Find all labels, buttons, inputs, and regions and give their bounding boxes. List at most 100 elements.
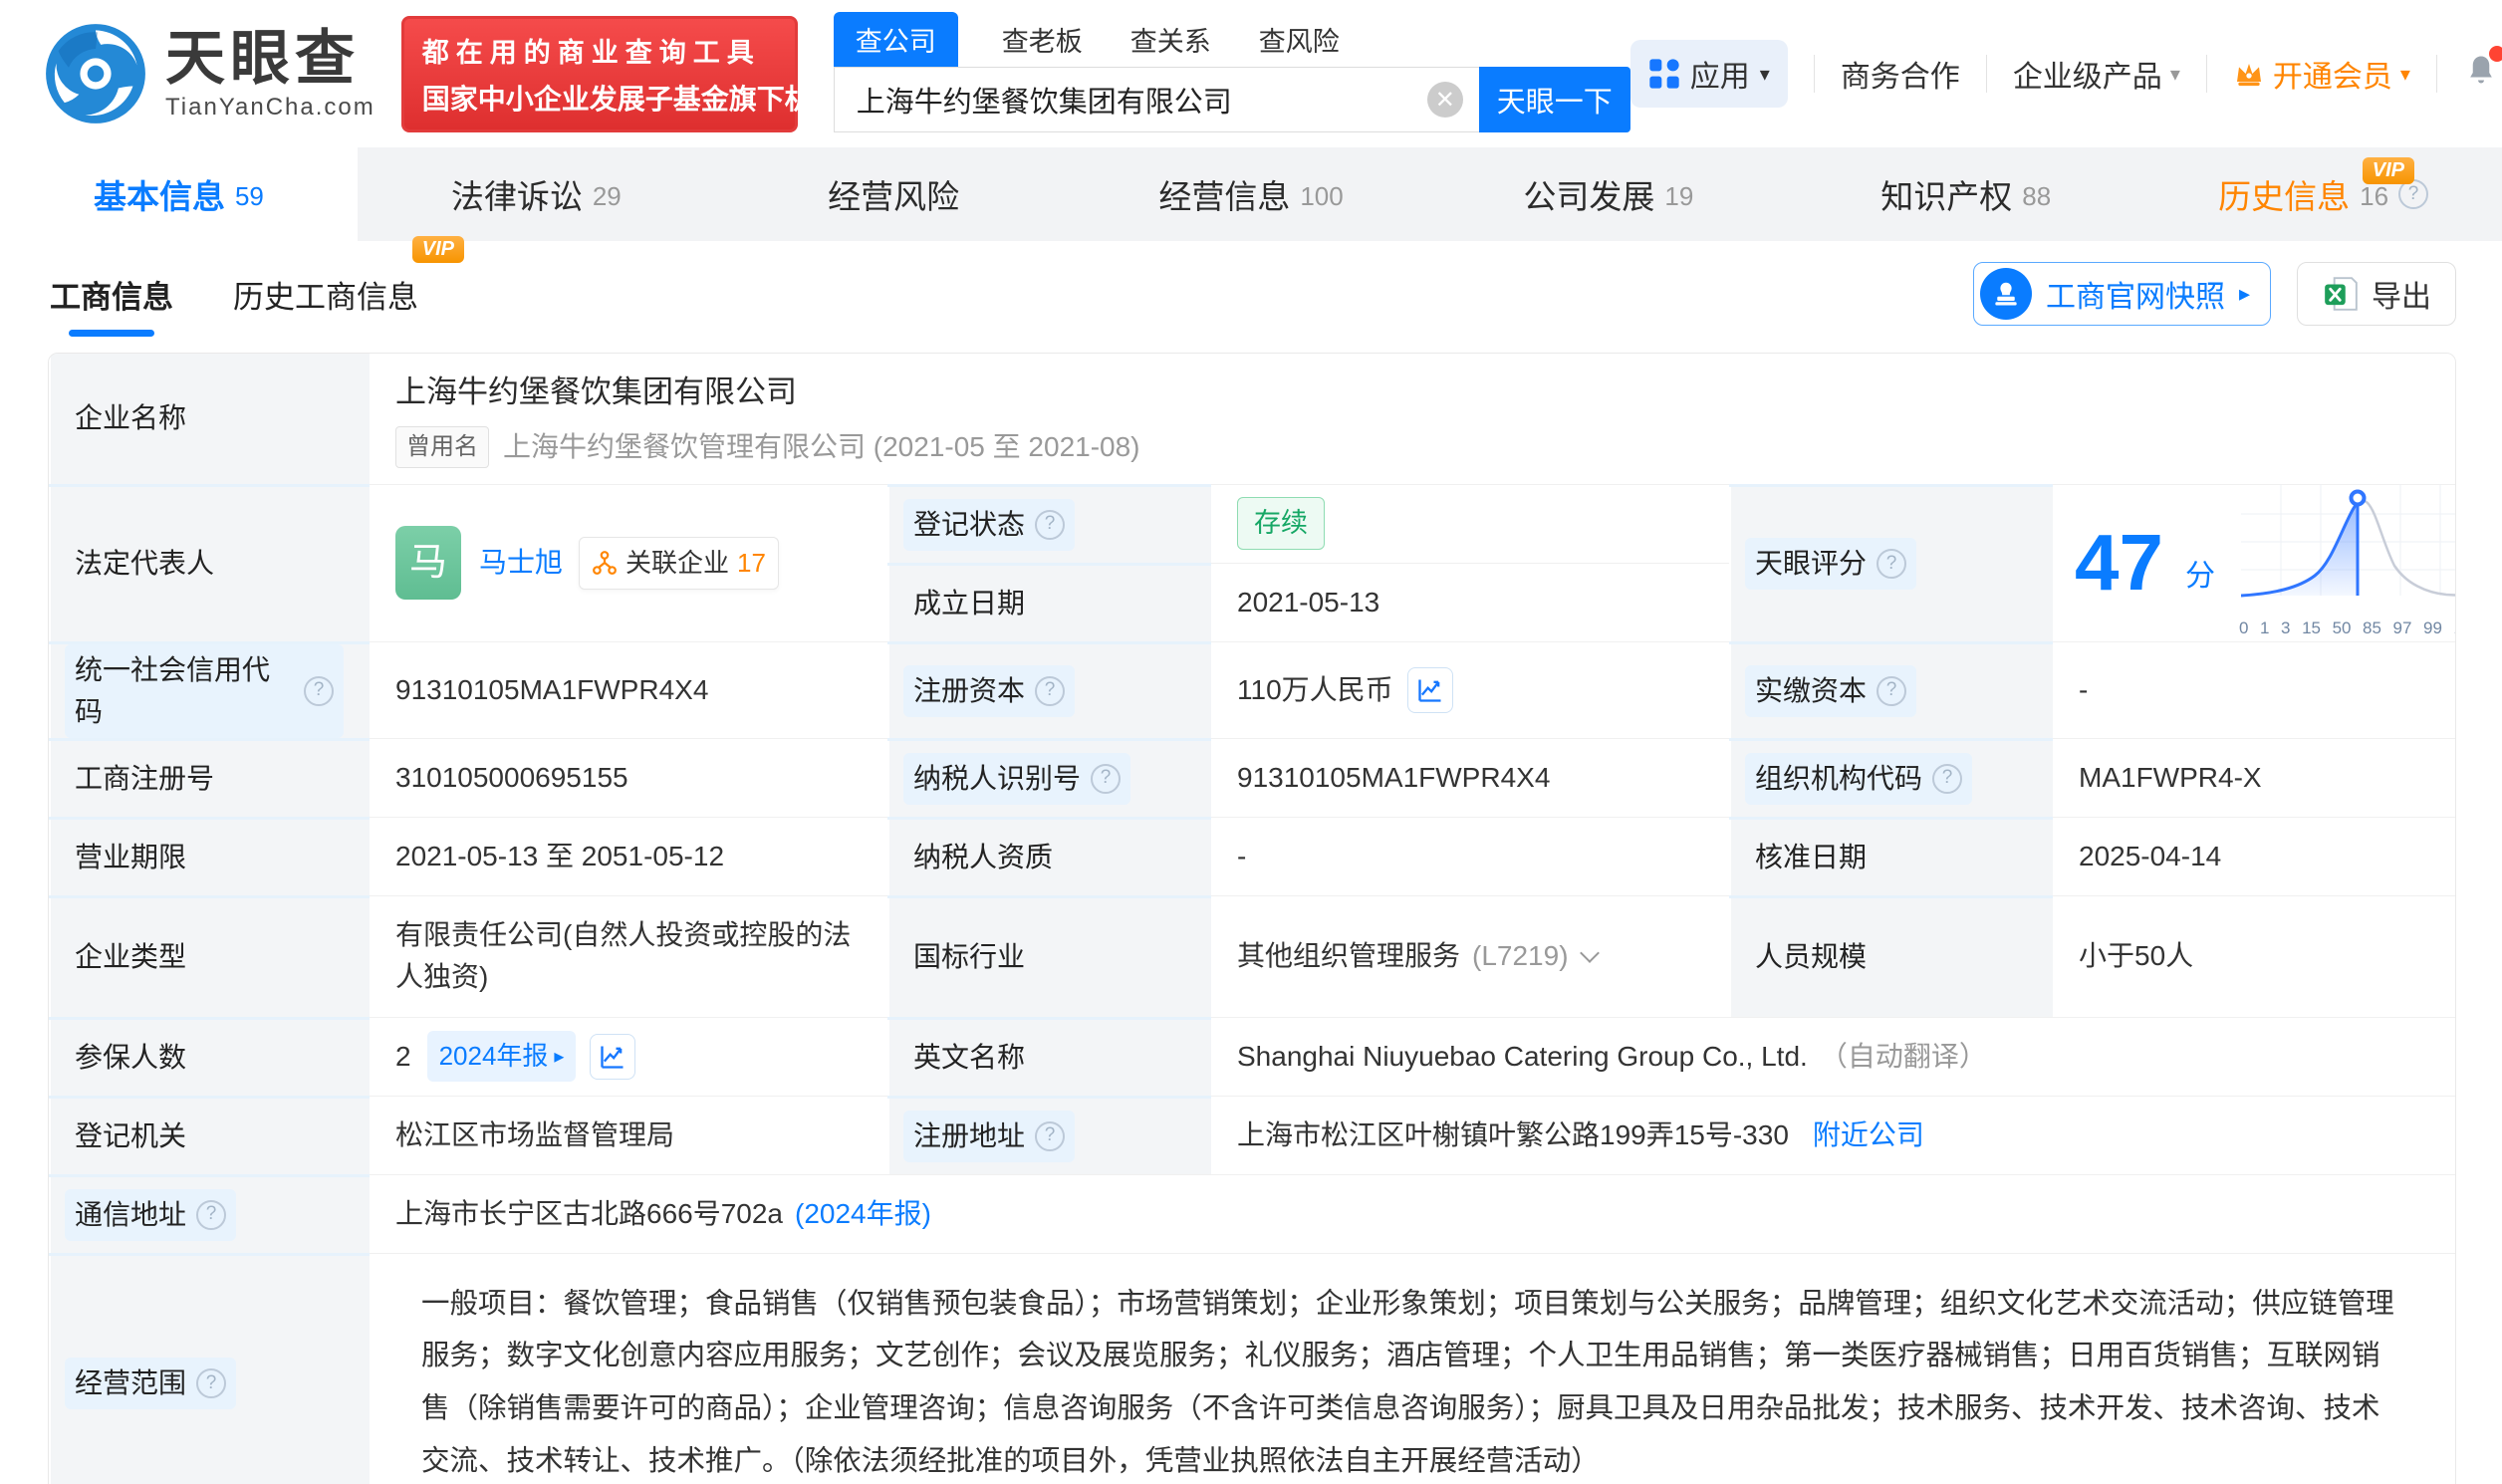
divider bbox=[2436, 55, 2437, 93]
tab-intellectual-property[interactable]: 知识产权88 bbox=[1787, 147, 2144, 241]
reg-address-label: 注册地址 ? bbox=[887, 1096, 1211, 1174]
subtab-history-business-info[interactable]: 历史工商信息 VIP bbox=[231, 258, 420, 331]
nav-enterprise[interactable]: 企业级产品 ▾ bbox=[2013, 52, 2180, 96]
score-value: 47 bbox=[2075, 523, 2163, 603]
score-unit: 分 bbox=[2185, 554, 2215, 599]
english-name-label: 英文名称 bbox=[887, 1017, 1211, 1096]
sub-tabbar: 工商信息 历史工商信息 VIP 工商官网快照 ▸ bbox=[48, 241, 2456, 347]
excel-icon bbox=[2322, 275, 2360, 313]
industry-cell[interactable]: 其他组织管理服务 (L7219) bbox=[1211, 895, 1729, 1017]
notification-dot bbox=[2489, 46, 2502, 62]
tab-operating-info[interactable]: 经营信息100 bbox=[1073, 147, 1430, 241]
reg-no-value: 310105000695155 bbox=[370, 738, 887, 817]
tab-basic-info[interactable]: 基本信息59 bbox=[0, 147, 358, 241]
table-row: 经营范围 ? 一般项目：餐饮管理；食品销售（仅销售预包装食品）；市场营销策划；企… bbox=[49, 1253, 2455, 1484]
approve-date-label: 核准日期 bbox=[1729, 817, 2053, 895]
chevron-down-icon[interactable] bbox=[1580, 943, 1600, 963]
search-button[interactable]: 天眼一下 bbox=[1479, 67, 1630, 132]
reg-no-label: 工商注册号 bbox=[49, 738, 370, 817]
notifications-button[interactable] bbox=[2463, 52, 2499, 96]
help-icon[interactable]: ? bbox=[196, 1368, 226, 1398]
mail-address-label: 通信地址 ? bbox=[49, 1174, 370, 1253]
tab-company-development[interactable]: 公司发展19 bbox=[1429, 147, 1787, 241]
insured-cell: 2 2024年报 ▸ bbox=[370, 1017, 887, 1096]
credit-code-value: 91310105MA1FWPR4X4 bbox=[370, 641, 887, 738]
search-tab-risk[interactable]: 查风险 bbox=[1255, 12, 1344, 67]
legal-rep-cell: 马 马士旭 关联企业 17 bbox=[370, 484, 887, 641]
mail-address-cell: 上海市长宁区古北路666号702a (2024年报) bbox=[370, 1174, 2455, 1253]
subtab-business-info[interactable]: 工商信息 bbox=[48, 258, 175, 331]
scope-cell: 一般项目：餐饮管理；食品销售（仅销售预包装食品）；市场营销策划；企业形象策划；项… bbox=[370, 1253, 2455, 1484]
taxpayer-no-value: 91310105MA1FWPR4X4 bbox=[1211, 738, 1729, 817]
divider bbox=[1986, 55, 1987, 93]
table-row: 工商注册号 310105000695155 纳税人识别号 ? 91310105M… bbox=[49, 738, 2455, 817]
search-tab-company[interactable]: 查公司 bbox=[834, 12, 958, 67]
nearby-companies-link[interactable]: 附近公司 bbox=[1813, 1114, 1924, 1156]
trend-chart-icon[interactable] bbox=[1407, 667, 1453, 713]
tab-history-info[interactable]: VIP 历史信息16 ? bbox=[2144, 147, 2502, 241]
nav-cooperation[interactable]: 商务合作 bbox=[1841, 52, 1960, 96]
table-row: 企业类型 有限责任公司(自然人投资或控股的法人独资) 国标行业 其他组织管理服务… bbox=[49, 895, 2455, 1017]
search-input[interactable] bbox=[834, 67, 1479, 132]
taxpayer-quality-value: - bbox=[1211, 817, 1729, 895]
paid-capital-value: - bbox=[2053, 641, 2455, 738]
top-header: 天眼查 TianYanCha.com 都在用的商业查询工具 国家中小企业发展子基… bbox=[0, 0, 2502, 147]
help-icon[interactable]: ? bbox=[1091, 764, 1121, 794]
promo-line2: 国家中小企业发展子基金旗下机构 bbox=[422, 78, 777, 118]
search-tab-relation[interactable]: 查关系 bbox=[1126, 12, 1215, 67]
search-tab-boss[interactable]: 查老板 bbox=[998, 12, 1087, 67]
export-button[interactable]: 导出 bbox=[2297, 262, 2456, 326]
table-row: 通信地址 ? 上海市长宁区古北路666号702a (2024年报) bbox=[49, 1174, 2455, 1253]
tianyancha-logo[interactable]: 天眼查 TianYanCha.com bbox=[44, 22, 375, 125]
help-icon[interactable]: ? bbox=[1035, 1121, 1065, 1151]
score-distribution-chart: 013 155085 9799100 bbox=[2239, 484, 2456, 641]
apps-menu[interactable]: 应用 ▾ bbox=[1630, 40, 1788, 108]
reg-address-cell: 上海市松江区叶榭镇叶繁公路199弄15号-330 附近公司 bbox=[1211, 1096, 2455, 1174]
insured-label: 参保人数 bbox=[49, 1017, 370, 1096]
nav-vip[interactable]: 开通会员 ▾ bbox=[2233, 52, 2410, 96]
help-icon[interactable]: ? bbox=[304, 676, 334, 706]
avatar[interactable]: 马 bbox=[395, 526, 461, 600]
establish-date-cell: 2021-05-13 bbox=[1211, 563, 1729, 641]
search-tabs: 查公司 查老板 查关系 查风险 bbox=[834, 15, 1630, 67]
help-icon[interactable]: ? bbox=[1932, 764, 1962, 794]
help-icon[interactable]: ? bbox=[196, 1200, 226, 1230]
company-name-value: 上海牛约堡餐饮集团有限公司 bbox=[395, 370, 797, 416]
establish-date-label: 成立日期 bbox=[887, 563, 1211, 641]
apps-grid-icon bbox=[1648, 58, 1680, 90]
tab-operating-risk[interactable]: 经营风险 bbox=[715, 147, 1073, 241]
company-type-value: 有限责任公司(自然人投资或控股的法人独资) bbox=[370, 895, 887, 1017]
reg-authority-value: 松江区市场监督管理局 bbox=[370, 1096, 887, 1174]
divider bbox=[1814, 55, 1815, 93]
clear-search-icon[interactable]: ✕ bbox=[1427, 82, 1463, 118]
reg-capital-label: 注册资本 ? bbox=[887, 641, 1211, 738]
reg-status-label: 登记状态 ? bbox=[887, 484, 1211, 563]
related-companies-badge[interactable]: 关联企业 17 bbox=[579, 537, 779, 590]
trend-chart-icon[interactable] bbox=[590, 1034, 635, 1080]
scope-label: 经营范围 ? bbox=[49, 1253, 370, 1484]
help-icon[interactable]: ? bbox=[1035, 510, 1065, 540]
help-icon[interactable]: ? bbox=[1035, 676, 1065, 706]
term-value: 2021-05-13 至 2051-05-12 bbox=[370, 817, 887, 895]
official-snapshot-button[interactable]: 工商官网快照 ▸ bbox=[1973, 262, 2271, 326]
help-icon[interactable]: ? bbox=[1876, 676, 1906, 706]
top-nav: 应用 ▾ 商务合作 企业级产品 ▾ 开通会员 ▾ bbox=[1630, 40, 2502, 108]
taxpayer-no-label: 纳税人识别号 ? bbox=[887, 738, 1211, 817]
term-label: 营业期限 bbox=[49, 817, 370, 895]
staff-size-value: 小于50人 bbox=[2053, 895, 2455, 1017]
crown-icon bbox=[2233, 58, 2265, 90]
annual-report-link[interactable]: (2024年报) bbox=[795, 1193, 931, 1235]
tianyan-score-cell[interactable]: 47 分 bbox=[2053, 484, 2456, 641]
main-content: 工商信息 历史工商信息 VIP 工商官网快照 ▸ bbox=[0, 241, 2502, 1484]
chevron-down-icon: ▾ bbox=[1760, 62, 1770, 87]
promo-line1: 都在用的商业查询工具 bbox=[422, 31, 777, 70]
approve-date-value: 2025-04-14 bbox=[2053, 817, 2455, 895]
legal-rep-link[interactable]: 马士旭 bbox=[479, 542, 563, 584]
org-code-value: MA1FWPR4-X bbox=[2053, 738, 2455, 817]
annual-report-badge[interactable]: 2024年报 ▸ bbox=[427, 1031, 577, 1082]
search-area: 查公司 查老板 查关系 查风险 ✕ 天眼一下 bbox=[834, 15, 1630, 132]
business-info-table: 企业名称 上海牛约堡餐饮集团有限公司 曾用名 上海牛约堡餐饮管理有限公司 (20… bbox=[48, 353, 2456, 1484]
help-icon[interactable]: ? bbox=[1876, 549, 1906, 579]
tab-legal[interactable]: 法律诉讼29 bbox=[358, 147, 715, 241]
reg-status-cell: 存续 bbox=[1211, 484, 1729, 563]
